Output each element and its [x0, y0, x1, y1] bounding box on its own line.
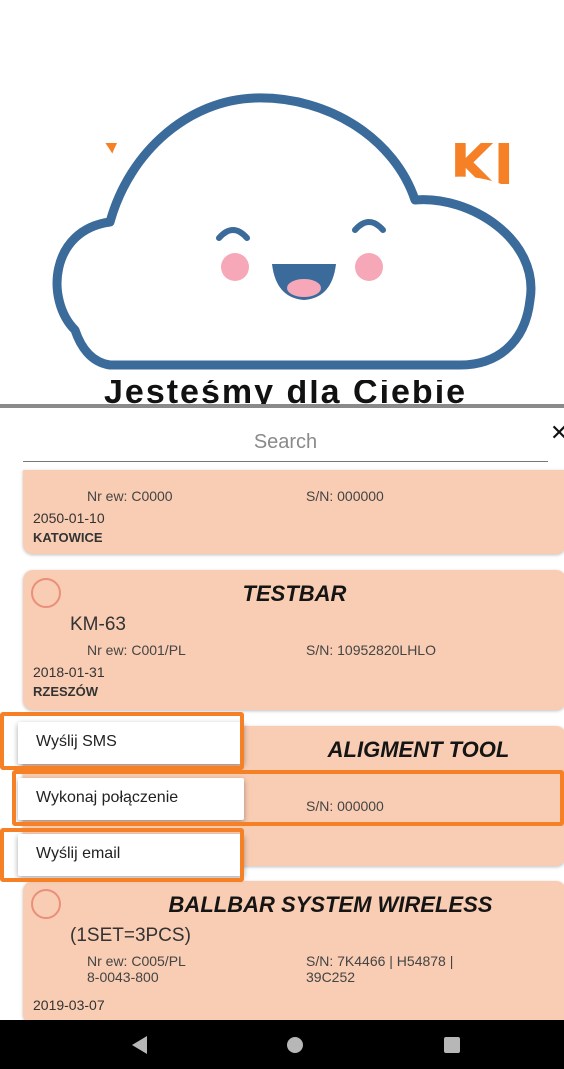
card-city: KATOWICE: [33, 530, 103, 545]
card-serial-number: S/N: 000000: [306, 488, 384, 504]
app-header: Y KI Jesteśmy dla Ciebie: [0, 0, 564, 404]
highlight-call: [12, 770, 564, 826]
back-triangle-icon[interactable]: [132, 1036, 147, 1054]
card-model: (1SET=3PCS): [70, 925, 191, 946]
highlight-sms: [0, 712, 244, 770]
card-nr-ew: Nr ew: C001/PL: [87, 642, 186, 658]
card-date: 2019-03-07: [33, 997, 105, 1013]
device-card[interactable]: BALLBAR SYSTEM WIRELESS (1SET=3PCS) Nr e…: [23, 881, 564, 1024]
search-input[interactable]: [23, 423, 548, 462]
card-serial-number: S/N: 7K4466 | H54878 | 39C252: [306, 953, 454, 985]
highlight-email: [0, 828, 244, 882]
card-nr-ew: Nr ew: C0000: [87, 488, 173, 504]
device-card[interactable]: Nr ew: C0000 S/N: 000000 2050-01-10 KATO…: [23, 470, 564, 554]
card-date: 2050-01-10: [33, 510, 105, 526]
select-radio[interactable]: [31, 889, 61, 919]
card-title: BALLBAR SYSTEM WIRELESS: [168, 892, 493, 917]
smiling-cloud-icon: [7, 62, 562, 381]
card-model: KM-63: [70, 614, 126, 635]
close-icon[interactable]: ✕: [550, 422, 564, 446]
card-title: TESTBAR: [242, 581, 347, 606]
device-card[interactable]: TESTBAR KM-63 Nr ew: C001/PL S/N: 109528…: [23, 570, 564, 710]
card-serial-number: S/N: 10952820LHLO: [306, 642, 436, 658]
card-nr-ew: Nr ew: C005/PL 8-0043-800: [87, 953, 186, 985]
home-circle-icon[interactable]: [287, 1037, 303, 1053]
system-nav-bar: [0, 1020, 564, 1069]
card-date: 2018-01-31: [33, 664, 105, 680]
recent-square-icon[interactable]: [444, 1037, 460, 1053]
card-city: RZESZÓW: [33, 684, 98, 699]
